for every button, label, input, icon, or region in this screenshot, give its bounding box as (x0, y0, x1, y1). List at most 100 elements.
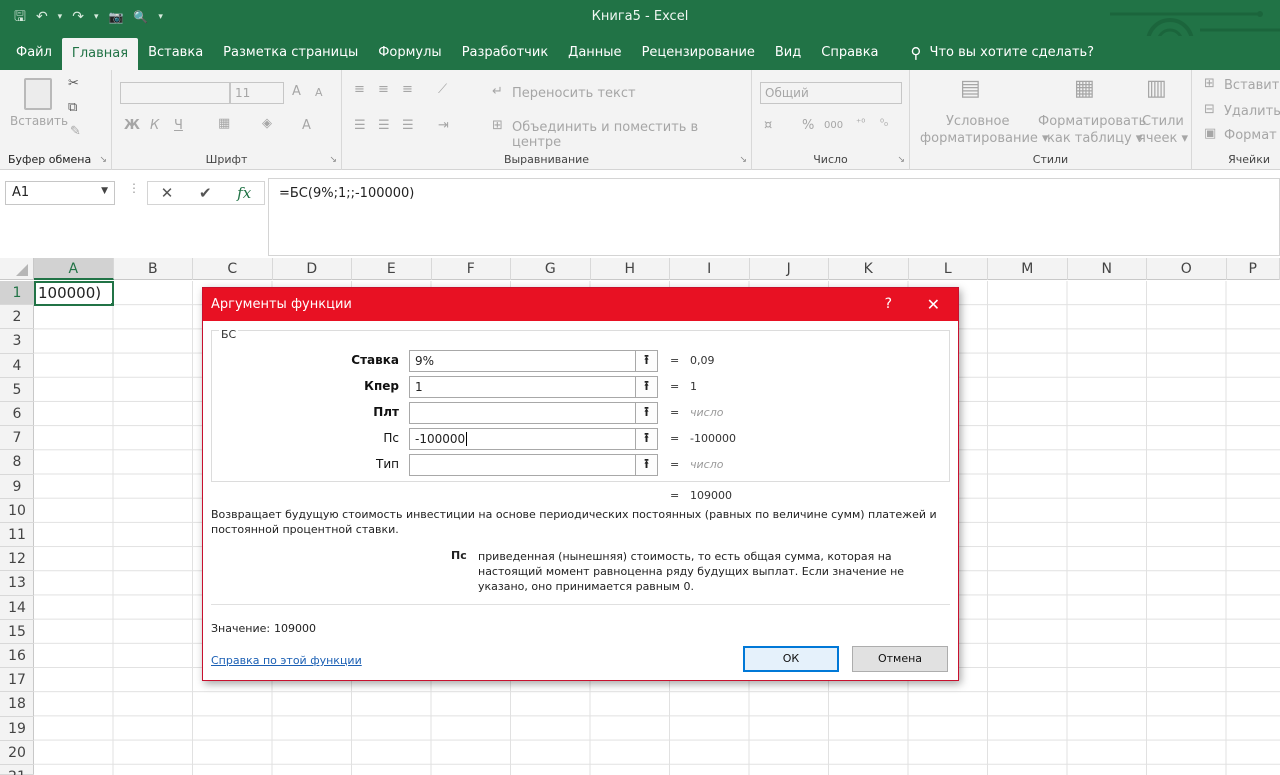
insert-cells-button[interactable]: Вставить (1224, 78, 1280, 93)
function-help-link[interactable]: Справка по этой функции (211, 654, 362, 667)
format-as-table-line1[interactable]: Форматировать (1038, 114, 1146, 129)
align-right-icon[interactable]: ☰ (402, 118, 414, 133)
row-header-17[interactable]: 17 (0, 668, 34, 693)
insert-function-icon[interactable]: fx (237, 184, 251, 202)
column-header-o[interactable]: O (1147, 258, 1227, 280)
wrap-text-button[interactable]: Переносить текст (512, 86, 636, 101)
arg-input-rate[interactable]: 9% (409, 350, 636, 372)
row-header-21[interactable]: 21 (0, 765, 34, 775)
paste-button[interactable]: Вставить (10, 114, 68, 128)
row-header-6[interactable]: 6 (0, 402, 34, 427)
fill-color-icon[interactable]: ◈ (262, 116, 272, 131)
cut-icon[interactable]: ✂ (68, 76, 79, 91)
row-header-7[interactable]: 7 (0, 426, 34, 451)
shrink-font-button[interactable]: A (315, 86, 323, 99)
row-header-15[interactable]: 15 (0, 620, 34, 644)
formula-input[interactable]: =БС(9%;1;;-100000) (268, 178, 1280, 256)
increase-decimal-icon[interactable]: ⁺⁰ (856, 118, 865, 129)
row-header-12[interactable]: 12 (0, 547, 34, 572)
column-header-c[interactable]: C (193, 258, 273, 280)
underline-button[interactable]: Ч (174, 118, 183, 133)
name-box[interactable]: A1 ▼ (5, 181, 115, 205)
column-header-g[interactable]: G (511, 258, 591, 280)
cell-styles-line2[interactable]: ячеек ▾ (1138, 131, 1188, 146)
orientation-icon[interactable]: ⟋ (438, 82, 447, 97)
arg-input-nper[interactable]: 1 (409, 376, 636, 398)
alignment-launcher-icon[interactable]: ↘ (739, 155, 747, 165)
arg-input-pmt[interactable] (409, 402, 636, 424)
collapse-dialog-icon[interactable]: ⭱ (636, 350, 658, 372)
percent-button[interactable]: % (802, 118, 814, 133)
row-header-11[interactable]: 11 (0, 523, 34, 548)
align-bottom-icon[interactable]: ≡ (402, 82, 413, 97)
paste-icon[interactable] (24, 78, 52, 110)
row-header-8[interactable]: 8 (0, 450, 34, 475)
number-launcher-icon[interactable]: ↘ (897, 155, 905, 165)
format-as-table-line2[interactable]: как таблицу ▾ (1047, 131, 1142, 146)
row-header-5[interactable]: 5 (0, 378, 34, 402)
column-header-j[interactable]: J (750, 258, 829, 280)
ok-button[interactable]: ОК (743, 646, 839, 672)
cell-styles-line1[interactable]: Стили (1142, 114, 1184, 129)
arg-input-type[interactable] (409, 454, 636, 476)
font-launcher-icon[interactable]: ↘ (329, 155, 337, 165)
row-header-16[interactable]: 16 (0, 644, 34, 669)
dialog-title-bar[interactable]: Аргументы функции ? ✕ (203, 288, 958, 321)
font-name-combo[interactable] (120, 82, 230, 104)
tab-file[interactable]: Файл (6, 36, 62, 70)
row-header-2[interactable]: 2 (0, 305, 34, 330)
bold-button[interactable]: Ж (124, 118, 140, 133)
tell-me-box[interactable]: ⚲ Что вы хотите сделать? (901, 36, 1105, 70)
align-middle-icon[interactable]: ≡ (378, 82, 389, 97)
enter-formula-icon[interactable]: ✔ (199, 184, 212, 202)
column-header-e[interactable]: E (352, 258, 432, 280)
tab-help[interactable]: Справка (811, 36, 888, 70)
close-icon[interactable]: ✕ (927, 288, 940, 321)
delete-cells-button[interactable]: Удалить (1224, 104, 1280, 119)
format-painter-icon[interactable]: ✎ (70, 124, 81, 139)
borders-icon[interactable]: ▦ (218, 116, 230, 131)
column-header-n[interactable]: N (1068, 258, 1147, 280)
number-format-combo[interactable]: Общий (760, 82, 902, 104)
tab-formulas[interactable]: Формулы (368, 36, 451, 70)
row-header-9[interactable]: 9 (0, 475, 34, 499)
align-left-icon[interactable]: ☰ (354, 118, 366, 133)
row-header-20[interactable]: 20 (0, 741, 34, 765)
formula-bar-grip-icon[interactable]: ⋮ (128, 182, 140, 194)
name-box-dropdown-icon[interactable]: ▼ (101, 186, 108, 196)
row-header-14[interactable]: 14 (0, 596, 34, 620)
row-header-3[interactable]: 3 (0, 329, 34, 354)
tab-insert[interactable]: Вставка (138, 36, 213, 70)
conditional-formatting-line1[interactable]: Условное (946, 114, 1009, 129)
column-header-l[interactable]: L (909, 258, 988, 280)
column-header-m[interactable]: M (988, 258, 1068, 280)
collapse-dialog-icon[interactable]: ⭱ (636, 454, 658, 476)
tab-page-layout[interactable]: Разметка страницы (213, 36, 368, 70)
row-header-19[interactable]: 19 (0, 717, 34, 741)
column-header-a[interactable]: A (34, 258, 114, 280)
collapse-dialog-icon[interactable]: ⭱ (636, 402, 658, 424)
merge-center-button[interactable]: Объединить и поместить в центре (512, 120, 751, 150)
tab-view[interactable]: Вид (765, 36, 811, 70)
grow-font-button[interactable]: A (292, 84, 301, 99)
row-header-1[interactable]: 1 (0, 281, 34, 306)
arg-input-pv[interactable]: -100000 (409, 428, 636, 450)
column-header-f[interactable]: F (432, 258, 511, 280)
font-color-button[interactable]: A (302, 118, 311, 133)
tab-home[interactable]: Главная (61, 38, 139, 70)
tab-developer[interactable]: Разработчик (452, 36, 558, 70)
decrease-decimal-icon[interactable]: ⁰₀ (880, 118, 888, 129)
row-header-13[interactable]: 13 (0, 571, 34, 596)
tab-review[interactable]: Рецензирование (632, 36, 765, 70)
italic-button[interactable]: К (150, 118, 159, 133)
clipboard-launcher-icon[interactable]: ↘ (99, 155, 107, 165)
conditional-formatting-line2[interactable]: форматирование ▾ (920, 131, 1049, 146)
fill-handle[interactable] (110, 302, 112, 304)
column-header-p[interactable]: P (1227, 258, 1280, 280)
font-size-combo[interactable]: 11 (230, 82, 284, 104)
tab-data[interactable]: Данные (558, 36, 631, 70)
format-cells-button[interactable]: Формат (1224, 128, 1277, 143)
help-icon[interactable]: ? (885, 288, 892, 321)
select-all-corner[interactable] (0, 258, 34, 280)
collapse-dialog-icon[interactable]: ⭱ (636, 376, 658, 398)
